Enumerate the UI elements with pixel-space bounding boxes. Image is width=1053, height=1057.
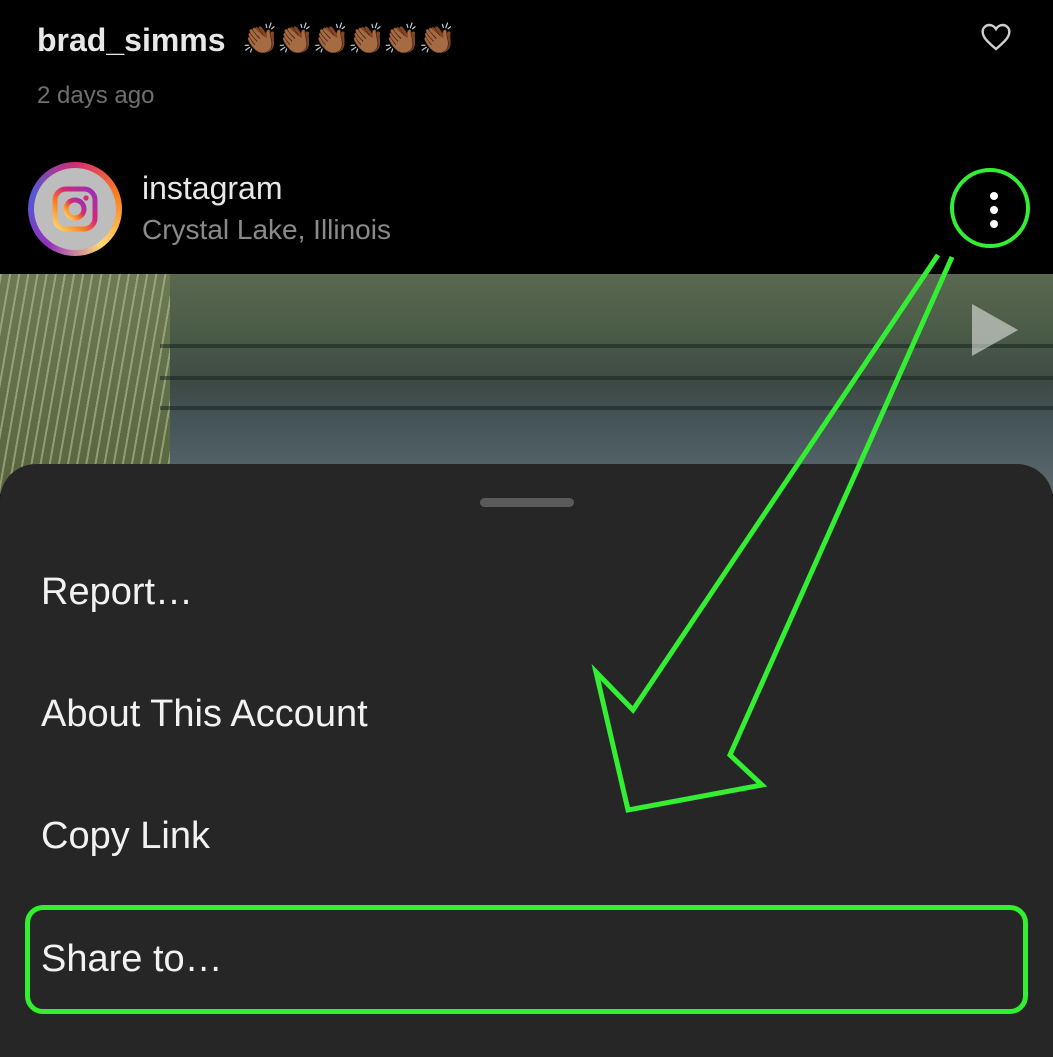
comment-row: brad_simms 👏🏾👏🏾👏🏾👏🏾👏🏾👏🏾 2 days ago [0,0,1053,140]
play-icon[interactable] [972,304,1018,356]
share-to-highlight [25,905,1028,1014]
water-ripple [160,406,1053,410]
options-bottom-sheet: Report… About This Account Copy Link Sha… [0,464,1053,1057]
more-vertical-icon [990,192,998,232]
comment-username[interactable]: brad_simms [37,22,226,59]
water-ripple [160,376,1053,380]
comment-timestamp: 2 days ago [37,82,155,109]
more-options-button[interactable] [950,168,1030,248]
post-header: instagram Crystal Lake, Illinois [0,150,1053,274]
menu-item-about-account[interactable]: About This Account [41,693,368,736]
post-location[interactable]: Crystal Lake, Illinois [142,214,391,246]
instagram-logo-icon [52,186,98,232]
menu-item-copy-link[interactable]: Copy Link [41,815,210,858]
video-frame-reeds [0,274,170,494]
post-video[interactable] [0,274,1053,494]
water-ripple [160,344,1053,348]
avatar[interactable] [28,162,122,256]
heart-icon[interactable] [980,22,1012,52]
sheet-drag-handle[interactable] [480,498,574,507]
clapping-hands-emoji: 👏🏾👏🏾👏🏾👏🏾👏🏾👏🏾 [242,23,456,56]
menu-item-report[interactable]: Report… [41,571,193,614]
post-account-name[interactable]: instagram [142,170,283,207]
